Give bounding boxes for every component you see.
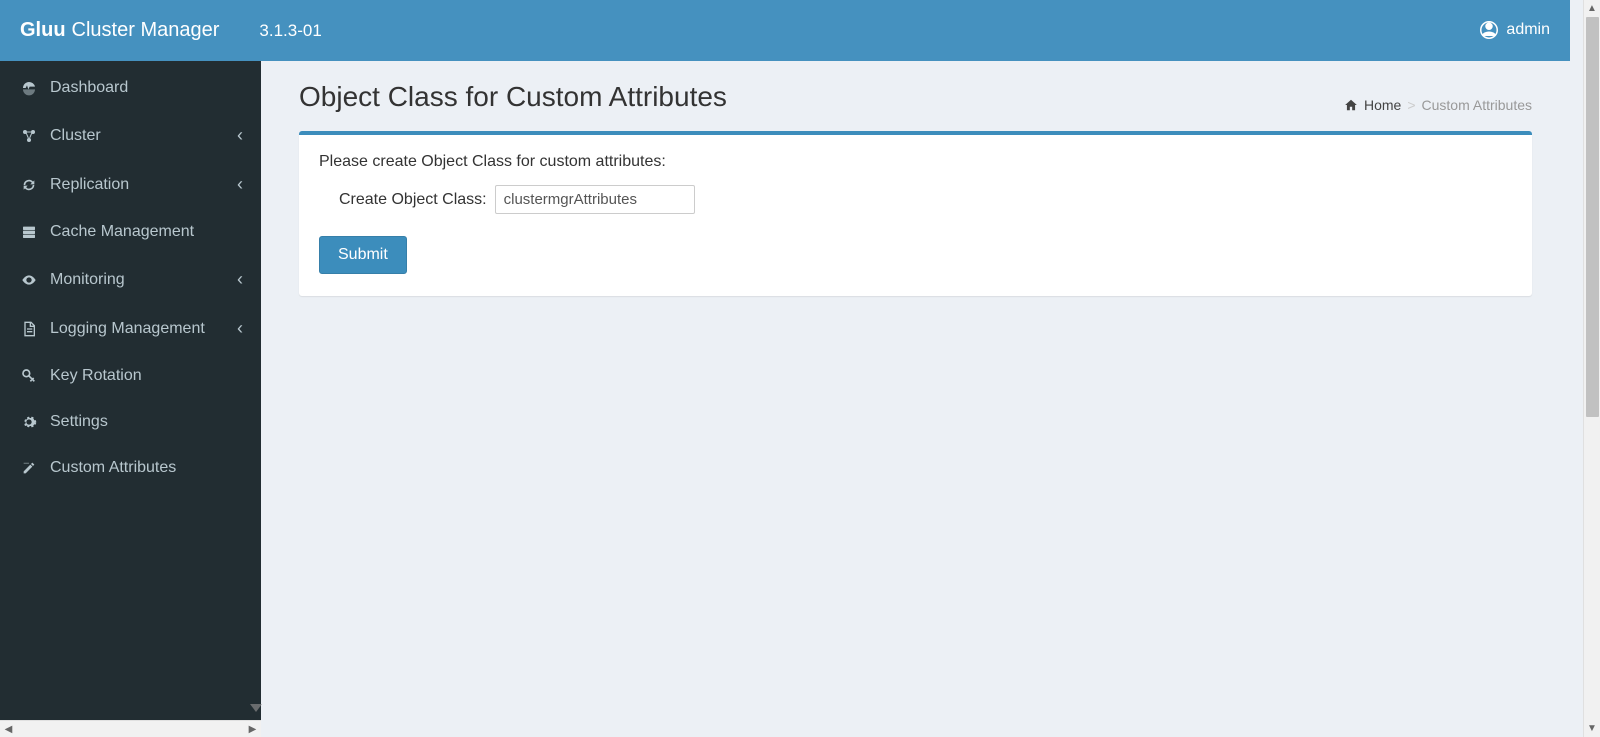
sidebar-item-monitoring[interactable]: Monitoring‹ <box>0 255 261 304</box>
sidebar-item-label: Monitoring <box>50 271 237 289</box>
eye-icon <box>18 272 40 288</box>
chevron-left-icon: ‹ <box>237 318 243 339</box>
user-name: admin <box>1506 21 1550 39</box>
sidebar-item-label: Cluster <box>50 127 237 145</box>
form-panel: Please create Object Class for custom at… <box>299 131 1532 296</box>
home-icon <box>1344 97 1358 113</box>
page-title: Object Class for Custom Attributes <box>299 81 727 113</box>
app-header: Gluu Cluster Manager 3.1.3-01 admin <box>0 0 1570 61</box>
chevron-left-icon: ‹ <box>237 269 243 290</box>
sidebar-item-label: Settings <box>50 413 243 431</box>
dashboard-icon <box>18 80 40 96</box>
sidebar-item-replication[interactable]: Replication‹ <box>0 160 261 209</box>
key-icon <box>18 368 40 384</box>
scroll-right-arrow[interactable]: ▶ <box>244 721 261 737</box>
main-content: Object Class for Custom Attributes Home … <box>261 61 1570 720</box>
user-icon <box>1480 21 1498 39</box>
brand-rest: Cluster Manager <box>72 19 220 42</box>
sidebar-item-label: Custom Attributes <box>50 459 243 477</box>
sidebar-item-label: Dashboard <box>50 79 243 97</box>
brand-strong: Gluu <box>20 19 66 42</box>
sidebar-item-cluster[interactable]: Cluster‹ <box>0 111 261 160</box>
refresh-icon <box>18 177 40 193</box>
scroll-left-arrow[interactable]: ◀ <box>0 721 17 737</box>
breadcrumb-separator: > <box>1407 97 1415 113</box>
sidebar-item-custom-attributes[interactable]: Custom Attributes <box>0 445 261 491</box>
breadcrumb: Home > Custom Attributes <box>1344 97 1532 113</box>
sidebar-item-label: Key Rotation <box>50 367 243 385</box>
version-label: 3.1.3-01 <box>259 21 321 41</box>
breadcrumb-current: Custom Attributes <box>1422 97 1533 113</box>
chevron-left-icon: ‹ <box>237 125 243 146</box>
sidebar-item-label: Logging Management <box>50 320 237 338</box>
object-class-row: Create Object Class: <box>339 185 1512 214</box>
file-icon <box>18 321 40 337</box>
horizontal-scrollbar[interactable]: ◀ ▶ <box>0 720 261 737</box>
chevron-left-icon: ‹ <box>237 174 243 195</box>
gear-icon <box>18 414 40 430</box>
scroll-up-arrow[interactable]: ▲ <box>1584 0 1600 17</box>
brand[interactable]: Gluu Cluster Manager <box>20 19 219 42</box>
object-class-input[interactable] <box>495 185 695 214</box>
vertical-scroll-thumb[interactable] <box>1586 17 1599 417</box>
sidebar-item-label: Replication <box>50 176 237 194</box>
sidebar: DashboardCluster‹Replication‹Cache Manag… <box>0 61 261 720</box>
submit-button[interactable]: Submit <box>319 236 407 274</box>
user-menu[interactable]: admin <box>1480 21 1550 39</box>
sidebar-item-settings[interactable]: Settings <box>0 399 261 445</box>
object-class-label: Create Object Class: <box>339 191 487 209</box>
sidebar-item-key-rotation[interactable]: Key Rotation <box>0 353 261 399</box>
sidebar-item-label: Cache Management <box>50 223 243 241</box>
vertical-scrollbar[interactable]: ▲ ▼ <box>1583 0 1600 737</box>
breadcrumb-home[interactable]: Home <box>1364 97 1401 113</box>
panel-intro: Please create Object Class for custom at… <box>319 153 1512 171</box>
scroll-down-arrow[interactable]: ▼ <box>1584 720 1600 737</box>
content-header: Object Class for Custom Attributes Home … <box>299 81 1532 113</box>
cluster-icon <box>18 128 40 144</box>
sidebar-item-logging-management[interactable]: Logging Management‹ <box>0 304 261 353</box>
server-icon <box>18 224 40 240</box>
sidebar-item-cache-management[interactable]: Cache Management <box>0 209 261 255</box>
sidebar-item-dashboard[interactable]: Dashboard <box>0 65 261 111</box>
edit-icon <box>18 460 40 476</box>
